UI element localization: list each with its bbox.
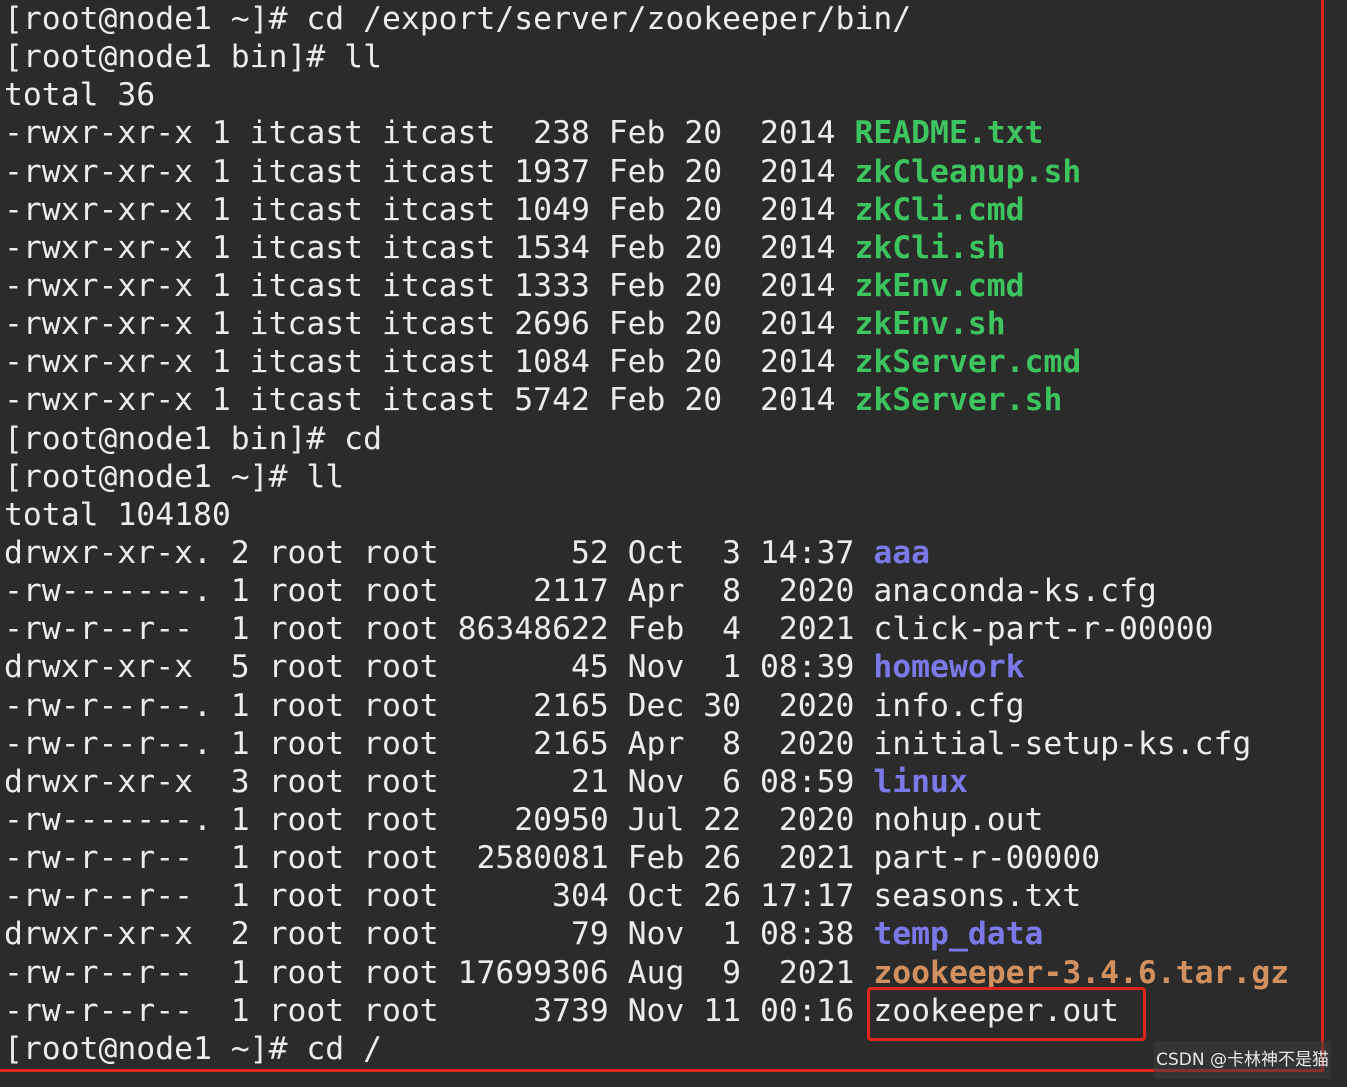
line-text: -rw-r--r-- 1 root root 86348622 Feb 4 20… [4, 611, 874, 648]
terminal-line: -rwxr-xr-x 1 itcast itcast 5742 Feb 20 2… [4, 381, 1289, 419]
file-name: linux [873, 763, 968, 800]
file-name: anaconda-ks.cfg [873, 573, 1157, 610]
terminal-line: drwxr-xr-x. 2 root root 52 Oct 3 14:37 a… [4, 534, 1289, 572]
terminal-line: [root@node1 ~]# ll [4, 458, 1289, 496]
terminal-line: -rwxr-xr-x 1 itcast itcast 2696 Feb 20 2… [4, 305, 1289, 343]
line-text: drwxr-xr-x 2 root root 79 Nov 1 08:38 [4, 916, 874, 953]
terminal-line: -rw-r--r--. 1 root root 2165 Apr 8 2020 … [4, 725, 1289, 763]
terminal-line: [root@node1 bin]# cd [4, 420, 1289, 458]
watermark: CSDN @卡林神不是猫 [1154, 1040, 1331, 1079]
line-text: -rwxr-xr-x 1 itcast itcast 2696 Feb 20 2… [4, 306, 855, 343]
file-name: seasons.txt [873, 878, 1082, 915]
terminal-line: -rw-r--r-- 1 root root 3739 Nov 11 00:16… [4, 992, 1289, 1030]
terminal-line: -rwxr-xr-x 1 itcast itcast 1049 Feb 20 2… [4, 191, 1289, 229]
line-text: drwxr-xr-x 3 root root 21 Nov 6 08:59 [4, 763, 874, 800]
line-text: -rwxr-xr-x 1 itcast itcast 1534 Feb 20 2… [4, 229, 855, 266]
terminal-line: drwxr-xr-x 5 root root 45 Nov 1 08:39 ho… [4, 648, 1289, 686]
line-text: -rwxr-xr-x 1 itcast itcast 238 Feb 20 20… [4, 115, 855, 152]
line-text: drwxr-xr-x 5 root root 45 Nov 1 08:39 [4, 649, 874, 686]
line-text: -rwxr-xr-x 1 itcast itcast 1084 Feb 20 2… [4, 344, 855, 381]
file-name: temp_data [873, 916, 1044, 953]
terminal-line: -rwxr-xr-x 1 itcast itcast 238 Feb 20 20… [4, 114, 1289, 152]
line-text: [root@node1 bin]# cd [4, 420, 382, 457]
file-name: zkCli.cmd [854, 191, 1025, 228]
line-text: [root@node1 ~]# ll [4, 458, 345, 495]
file-name: zkCleanup.sh [854, 153, 1082, 190]
file-name: info.cfg [873, 687, 1025, 724]
file-name: zkServer.cmd [854, 344, 1082, 381]
line-text: total 36 [4, 77, 156, 114]
file-name: part-r-00000 [873, 840, 1101, 877]
terminal-line: -rw-------. 1 root root 20950 Jul 22 202… [4, 801, 1289, 839]
terminal-line: -rw-r--r-- 1 root root 17699306 Aug 9 20… [4, 954, 1289, 992]
line-text: drwxr-xr-x. 2 root root 52 Oct 3 14:37 [4, 534, 874, 571]
terminal-line: total 104180 [4, 496, 1289, 534]
line-text: -rw-r--r--. 1 root root 2165 Dec 30 2020 [4, 687, 874, 724]
terminal-line: [root@node1 ~]# cd / [4, 1030, 1289, 1068]
file-name: zkServer.sh [854, 382, 1063, 419]
file-name: zkEnv.sh [854, 306, 1006, 343]
file-name: zkCli.sh [854, 229, 1006, 266]
line-text: [root@node1 ~]# cd /export/server/zookee… [4, 1, 912, 37]
file-name: click-part-r-00000 [873, 611, 1214, 648]
terminal-line: -rw-r--r-- 1 root root 2580081 Feb 26 20… [4, 839, 1289, 877]
terminal-line: -rw-r--r--. 1 root root 2165 Dec 30 2020… [4, 687, 1289, 725]
terminal-line: [root@node1 bin]# ll [4, 38, 1289, 76]
line-text: -rw-r--r-- 1 root root 2580081 Feb 26 20… [4, 840, 874, 877]
line-text: -rwxr-xr-x 1 itcast itcast 1049 Feb 20 2… [4, 191, 855, 228]
line-text: -rw-r--r--. 1 root root 2165 Apr 8 2020 [4, 725, 874, 762]
terminal-line: -rw-r--r-- 1 root root 304 Oct 26 17:17 … [4, 877, 1289, 915]
terminal-output: [root@node1 ~]# cd /export/server/zookee… [4, 0, 1289, 1068]
terminal-line: [root@node1 ~]# cd /export/server/zookee… [4, 0, 1289, 38]
file-name: zookeeper-3.4.6.tar.gz [873, 954, 1290, 991]
file-name: initial-setup-ks.cfg [873, 725, 1252, 762]
line-text: -rw-r--r-- 1 root root 17699306 Aug 9 20… [4, 954, 874, 991]
terminal-line: drwxr-xr-x 3 root root 21 Nov 6 08:59 li… [4, 763, 1289, 801]
file-name: README.txt [854, 115, 1044, 152]
terminal-line: total 36 [4, 76, 1289, 114]
line-text: total 104180 [4, 496, 231, 533]
terminal-line: -rwxr-xr-x 1 itcast itcast 1084 Feb 20 2… [4, 343, 1289, 381]
line-text: -rw-r--r-- 1 root root 304 Oct 26 17:17 [4, 878, 874, 915]
terminal-line: drwxr-xr-x 2 root root 79 Nov 1 08:38 te… [4, 915, 1289, 953]
terminal-line: -rw-------. 1 root root 2117 Apr 8 2020 … [4, 572, 1289, 610]
terminal-line: -rwxr-xr-x 1 itcast itcast 1534 Feb 20 2… [4, 229, 1289, 267]
line-text: [root@node1 ~]# cd / [4, 1030, 382, 1067]
line-text: -rw-------. 1 root root 20950 Jul 22 202… [4, 801, 874, 838]
line-text: [root@node1 bin]# ll [4, 39, 382, 76]
file-name: zookeeper.out [873, 992, 1120, 1029]
terminal-line: -rw-r--r-- 1 root root 86348622 Feb 4 20… [4, 610, 1289, 648]
line-text: -rwxr-xr-x 1 itcast itcast 5742 Feb 20 2… [4, 382, 855, 419]
file-name: nohup.out [873, 801, 1044, 838]
terminal-line: -rwxr-xr-x 1 itcast itcast 1333 Feb 20 2… [4, 267, 1289, 305]
line-text: -rw-------. 1 root root 2117 Apr 8 2020 [4, 573, 874, 610]
terminal-window[interactable]: [root@node1 ~]# cd /export/server/zookee… [0, 0, 1347, 1087]
file-name: zkEnv.cmd [854, 267, 1025, 304]
line-text: -rw-r--r-- 1 root root 3739 Nov 11 00:16 [4, 992, 874, 1029]
line-text: -rwxr-xr-x 1 itcast itcast 1333 Feb 20 2… [4, 267, 855, 304]
file-name: homework [873, 649, 1025, 686]
terminal-line: -rwxr-xr-x 1 itcast itcast 1937 Feb 20 2… [4, 153, 1289, 191]
file-name: aaa [873, 534, 931, 571]
line-text: -rwxr-xr-x 1 itcast itcast 1937 Feb 20 2… [4, 153, 855, 190]
